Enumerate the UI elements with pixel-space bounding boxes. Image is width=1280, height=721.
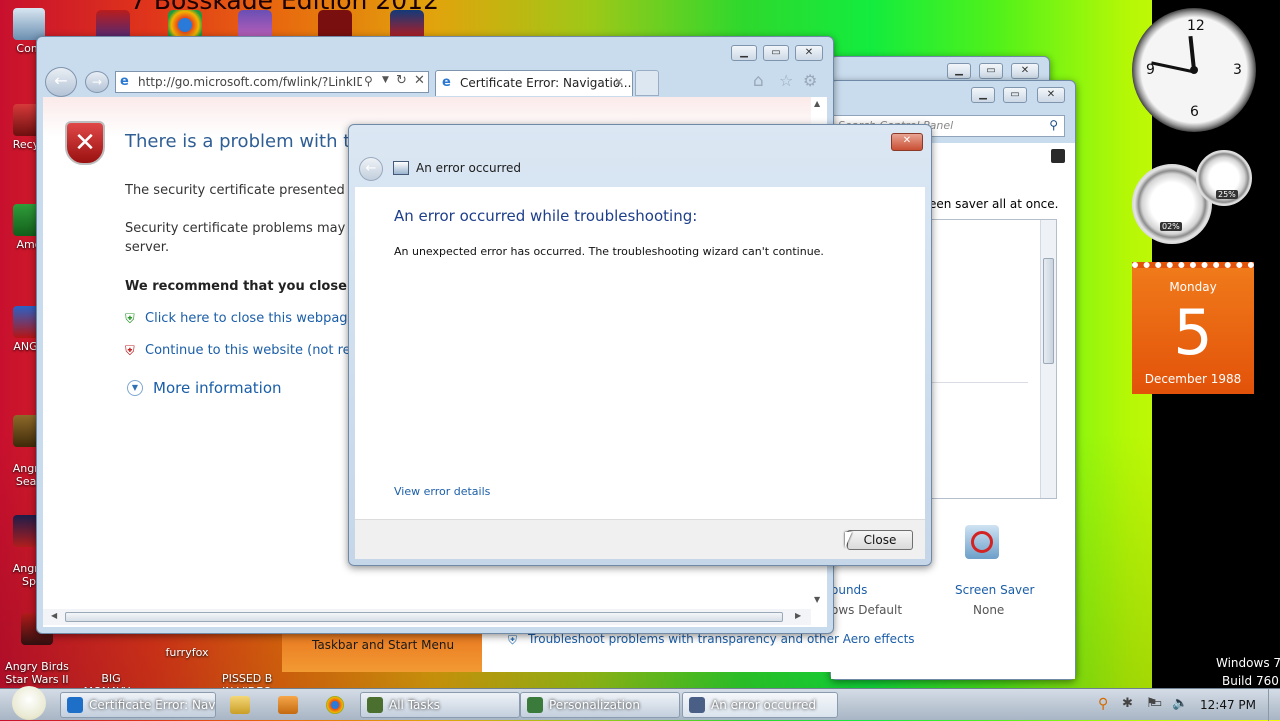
screen-saver-icon[interactable] (965, 525, 999, 559)
close-button[interactable]: ✕ (1011, 63, 1039, 79)
stop-icon[interactable]: ✕ (414, 73, 425, 88)
ie-icon: e (442, 75, 451, 90)
maximize-button[interactable]: ▭ (763, 45, 789, 61)
dialog-footer: Close (355, 519, 925, 559)
search-icon[interactable]: ⚲ (364, 74, 373, 88)
taskbar: Certificate Error: Nav... All Tasks Pers… (0, 686, 1280, 721)
scrollbar[interactable] (1040, 220, 1056, 498)
taskbar-start-menu-link[interactable]: Taskbar and Start Menu (312, 638, 454, 652)
chrome-pin-icon[interactable] (326, 696, 344, 714)
personalization-sidebar-strip: Taskbar and Start Menu (282, 628, 482, 672)
shield-icon: ⛨ (508, 633, 518, 647)
paragraph-2b: server. (125, 240, 170, 255)
media-player-pin-icon[interactable] (278, 696, 298, 714)
dialog-title: An error occurred (416, 161, 522, 175)
dialog-back-button[interactable]: ← (359, 157, 383, 181)
taskbar-item-ie[interactable]: Certificate Error: Nav... (60, 692, 216, 718)
personalization-icon (527, 697, 543, 713)
forward-button[interactable]: → (85, 71, 109, 93)
help-icon[interactable] (1051, 149, 1065, 163)
taskbar-item-error-dialog[interactable]: An error occurred (682, 692, 838, 718)
calendar-weekday: Monday (1169, 280, 1217, 294)
memory-percent: 25% (1216, 190, 1238, 199)
taskbar-item-all-tasks[interactable]: All Tasks (360, 692, 520, 718)
more-info-link[interactable]: More information (153, 379, 282, 397)
ie-icon: e (120, 74, 129, 89)
recommend-text: We recommend that you close thi (125, 279, 372, 294)
address-bar[interactable]: e http://go.microsoft.com/fwlink/?LinkID… (115, 71, 429, 93)
green-shield-icon: ⛨ (125, 312, 135, 327)
os-watermark-line2: Build 7601 (1222, 674, 1280, 688)
explorer-pin-icon[interactable] (230, 696, 250, 714)
paragraph-1: The security certificate presented by (125, 183, 365, 198)
taskbar-clock[interactable]: 12:47 PM (1200, 698, 1256, 712)
favorites-icon[interactable]: ☆ (779, 71, 793, 90)
themes-list[interactable] (929, 219, 1057, 499)
tools-icon[interactable]: ⚙ (803, 71, 817, 90)
maximize-button[interactable]: ▭ (979, 63, 1003, 79)
address-input[interactable]: http://go.microsoft.com/fwlink/?LinkID= (138, 75, 362, 89)
sounds-label[interactable]: ounds (831, 583, 867, 597)
show-desktop-button[interactable] (1268, 689, 1280, 721)
dialog-body: An error occurred while troubleshooting:… (355, 187, 925, 519)
cpu-meter-gadget[interactable]: 02% 25% (1130, 150, 1256, 246)
clock-gadget[interactable]: 12 3 6 9 (1132, 8, 1256, 132)
calendar-day: 5 (1173, 296, 1213, 369)
continue-link[interactable]: Continue to this website (not reco (145, 343, 366, 358)
start-orb-icon (12, 686, 46, 720)
all-tasks-icon (367, 697, 383, 713)
volume-tray-icon[interactable]: 🔈 (1172, 696, 1188, 711)
calendar-gadget[interactable]: Monday 5 December 1988 (1132, 262, 1254, 394)
clock-minute-hand (1151, 61, 1195, 74)
error-shield-icon: ✕ (65, 121, 105, 165)
cpu-percent: 02% (1160, 222, 1182, 231)
start-button[interactable] (0, 686, 56, 721)
horizontal-scrollbar[interactable]: ◀ ▶ (43, 609, 811, 625)
minimize-button[interactable]: ▁ (731, 45, 757, 61)
taskbar-item-personalization[interactable]: Personalization (520, 692, 680, 718)
error-dialog[interactable]: ✕ ← An error occurred An error occurred … (348, 124, 932, 566)
tab-certificate-error[interactable]: e Certificate Error: Navigatio... ✕ (435, 70, 633, 96)
screen-saver-value: None (973, 603, 1005, 617)
tab-close-icon[interactable]: ✕ (614, 75, 624, 89)
view-error-details-link[interactable]: View error details (394, 485, 490, 498)
back-button[interactable]: ← (45, 67, 77, 97)
maximize-button[interactable]: ▭ (1003, 87, 1027, 103)
minimize-button[interactable]: ▁ (947, 63, 971, 79)
dialog-title-icon (393, 161, 409, 175)
minimize-button[interactable]: ▁ (971, 87, 995, 103)
personalization-bottom-strip: ⛨ Troubleshoot problems with transparenc… (482, 628, 1074, 672)
os-watermark-line1: Windows 7 (1216, 656, 1280, 670)
tray-icon[interactable]: ✱ (1122, 696, 1133, 711)
sounds-value: ows Default (831, 603, 903, 617)
description-text: een saver all at once. (929, 197, 1059, 211)
paragraph-2: Security certificate problems may ind (125, 221, 370, 236)
clock-hour-hand (1188, 35, 1196, 71)
dialog-close-x-button[interactable]: ✕ (891, 133, 923, 151)
close-button[interactable]: ✕ (1037, 87, 1065, 103)
expand-icon[interactable]: ▼ (127, 380, 143, 396)
refresh-icon[interactable]: ↻ (396, 73, 407, 88)
dropdown-icon[interactable]: ▼ (382, 75, 389, 85)
network-tray-icon[interactable]: ▭ (1150, 696, 1162, 711)
red-shield-icon: ⛨ (125, 344, 135, 359)
dialog-heading: An error occurred while troubleshooting: (394, 207, 698, 225)
new-tab-button[interactable] (635, 70, 659, 96)
mouse-cursor (845, 532, 852, 548)
search-tray-icon[interactable]: ⚲ (1098, 696, 1108, 712)
page-heading: There is a problem with this (125, 131, 377, 152)
dialog-message: An unexpected error has occurred. The tr… (394, 245, 824, 258)
ie-icon (67, 697, 83, 713)
calendar-month-year: December 1988 (1144, 372, 1242, 386)
troubleshoot-link[interactable]: Troubleshoot problems with transparency … (528, 632, 915, 646)
troubleshooter-icon (689, 697, 705, 713)
close-button[interactable]: ✕ (795, 45, 823, 61)
home-icon[interactable]: ⌂ (753, 71, 764, 91)
close-webpage-link[interactable]: Click here to close this webpage. (145, 311, 360, 326)
search-icon[interactable]: ⚲ (1049, 118, 1058, 132)
screen-saver-label[interactable]: Screen Saver (955, 583, 1034, 597)
close-button[interactable]: Close (847, 530, 913, 550)
